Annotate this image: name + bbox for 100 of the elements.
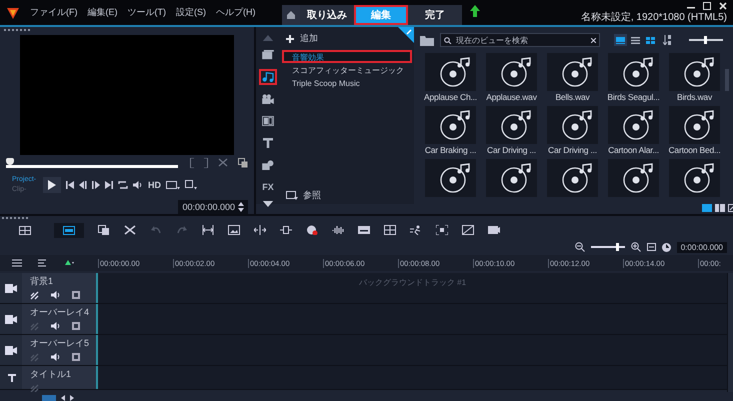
media-icon[interactable] <box>262 50 274 60</box>
record-icon[interactable] <box>306 225 318 235</box>
motion-icon[interactable] <box>410 225 422 235</box>
menu-item[interactable]: 編集(E) <box>88 6 118 19</box>
scrollbar-thumb[interactable] <box>725 69 729 91</box>
folder-icon[interactable] <box>286 191 298 200</box>
timeline-view-icon[interactable] <box>63 226 75 234</box>
step-back-icon[interactable] <box>79 181 87 189</box>
browse-button[interactable]: 参照 <box>280 189 414 204</box>
play-button[interactable] <box>43 177 61 193</box>
scissors-icon[interactable] <box>218 158 228 168</box>
list-view-icon[interactable] <box>631 36 640 44</box>
scrubber-track[interactable] <box>6 158 178 169</box>
chapter-icon[interactable] <box>38 259 48 267</box>
track-manager-icon[interactable] <box>12 259 22 267</box>
slider-thumb[interactable] <box>704 36 708 44</box>
skip-start-icon[interactable] <box>66 181 74 189</box>
volume-icon[interactable] <box>133 181 143 189</box>
copy-icon[interactable] <box>98 225 110 235</box>
view-mode-button[interactable] <box>644 34 657 46</box>
scroll-down-icon[interactable] <box>262 201 274 207</box>
clip-thumbnail[interactable] <box>669 53 720 91</box>
skip-end-icon[interactable] <box>105 181 113 189</box>
scroll-right-icon[interactable] <box>70 394 74 400</box>
view-mode-button[interactable] <box>629 34 642 46</box>
import-folder-icon[interactable] <box>420 34 434 46</box>
menu-item[interactable]: 設定(S) <box>176 6 206 19</box>
menu-item[interactable]: ツール(T) <box>128 6 166 19</box>
close-icon[interactable] <box>719 2 727 10</box>
crop-icon[interactable] <box>185 180 197 190</box>
storyboard-view-icon[interactable] <box>19 226 31 234</box>
library-folder[interactable]: 音響効果 <box>282 50 412 63</box>
clip-thumbnail[interactable] <box>547 53 598 91</box>
add-folder-button[interactable]: 追加 <box>280 27 322 50</box>
timecode-field[interactable]: 00:00:00.000 <box>178 200 248 214</box>
clip-thumbnail[interactable] <box>669 106 720 144</box>
clip-thumbnail[interactable] <box>547 106 598 144</box>
speaker-icon[interactable] <box>51 353 60 361</box>
zoom-in-icon[interactable] <box>630 242 641 252</box>
clock-icon[interactable] <box>662 242 671 252</box>
play-icon[interactable] <box>48 180 56 190</box>
clip-thumbnail[interactable] <box>608 159 659 197</box>
slider-thumb[interactable] <box>616 243 620 251</box>
upload-arrow-icon[interactable] <box>470 5 480 17</box>
overlay-track-icon[interactable] <box>5 346 17 354</box>
split-icon[interactable] <box>254 225 266 235</box>
fit-width-icon[interactable] <box>202 225 214 235</box>
scrubber-handle[interactable] <box>6 158 14 165</box>
thumbnail-view-icon[interactable] <box>616 36 625 44</box>
clip-thumbnail[interactable] <box>486 159 537 197</box>
view-toggle[interactable] <box>54 222 84 238</box>
fit-view-icon[interactable] <box>42 394 56 400</box>
trim-icon[interactable] <box>280 225 292 235</box>
mask-icon[interactable] <box>462 225 474 235</box>
track-header[interactable]: 背景1 <box>0 273 98 303</box>
clip-thumbnail[interactable] <box>425 106 476 144</box>
tracking-icon[interactable] <box>436 225 448 235</box>
scrollbar[interactable] <box>727 273 733 392</box>
marker-icon[interactable] <box>64 259 74 267</box>
speaker-icon[interactable] <box>51 322 60 330</box>
clip-thumbnail[interactable] <box>669 159 720 197</box>
mark-in-icon[interactable] <box>190 158 194 168</box>
menu-item[interactable]: ファイル(F) <box>30 6 78 19</box>
search-icon[interactable] <box>444 36 453 44</box>
image-icon[interactable] <box>228 225 240 235</box>
speaker-icon[interactable] <box>51 291 60 299</box>
mark-out-icon[interactable] <box>204 158 208 168</box>
fit-project-icon[interactable] <box>646 243 656 251</box>
clip-thumbnail[interactable] <box>486 106 537 144</box>
scroll-left-icon[interactable] <box>61 394 65 400</box>
logo-icon[interactable] <box>6 6 20 20</box>
clip-thumbnail[interactable] <box>608 106 659 144</box>
clip-thumbnail[interactable] <box>547 159 598 197</box>
maximize-icon[interactable] <box>703 2 711 10</box>
film-camera-icon[interactable] <box>262 94 274 104</box>
workspace-tab[interactable]: 取り込み <box>300 5 354 25</box>
graphics-icon[interactable] <box>262 160 274 170</box>
title-icon[interactable] <box>262 138 274 148</box>
video-track-icon[interactable] <box>5 284 17 292</box>
split-panel-icon[interactable] <box>715 204 725 212</box>
subtitle-icon[interactable] <box>358 225 370 235</box>
aspect-ratio-icon[interactable] <box>166 180 180 190</box>
overlay-track-icon[interactable] <box>5 314 17 324</box>
sort-icon[interactable] <box>663 35 671 45</box>
clip-thumbnail[interactable] <box>425 53 476 91</box>
home-button[interactable] <box>282 5 300 25</box>
audio-wave-icon[interactable] <box>332 225 344 235</box>
music-note-icon[interactable] <box>262 72 274 82</box>
copy-icon[interactable] <box>238 158 248 168</box>
hd-toggle[interactable]: HD <box>148 180 161 190</box>
title-track-icon[interactable] <box>6 373 16 382</box>
fx-button[interactable]: FX <box>262 182 274 192</box>
gif-icon[interactable] <box>488 225 500 235</box>
home-icon[interactable] <box>286 10 296 20</box>
spin-arrows-icon[interactable] <box>238 202 244 212</box>
clip-thumbnail[interactable] <box>425 159 476 197</box>
clip-thumbnail[interactable] <box>608 53 659 91</box>
track-header[interactable]: オーバーレイ5 <box>0 335 98 365</box>
step-forward-icon[interactable] <box>92 181 100 189</box>
zoom-out-icon[interactable] <box>574 242 585 252</box>
